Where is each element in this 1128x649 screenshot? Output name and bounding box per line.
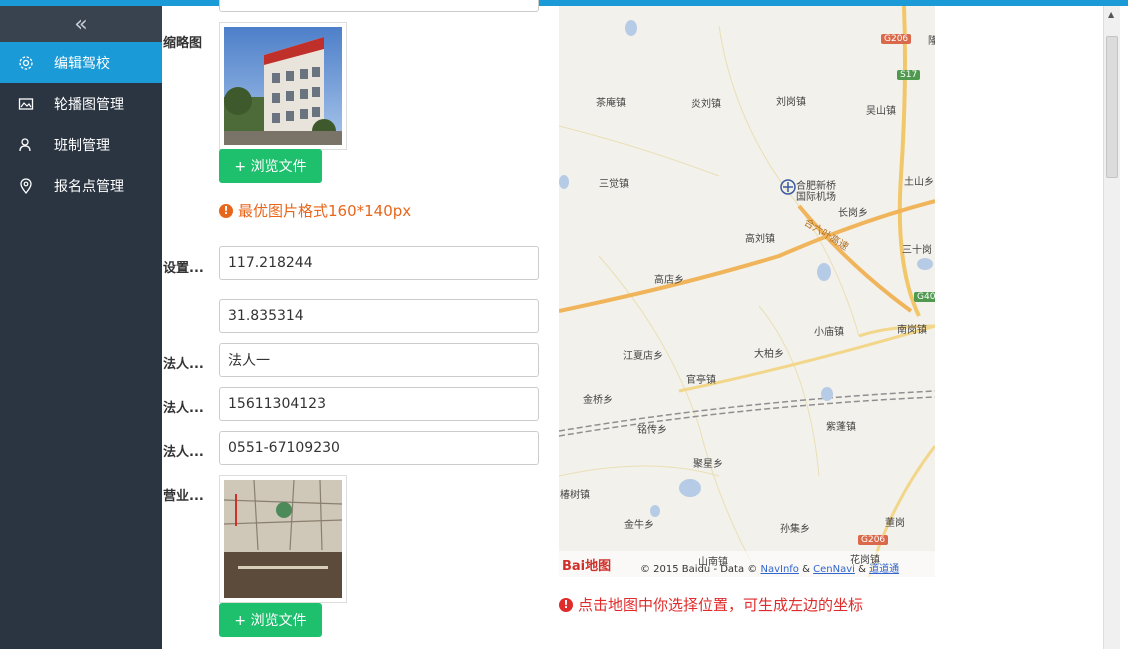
legal-person-name-input[interactable] (219, 343, 539, 377)
map-place-label: 官亭镇 (686, 375, 716, 386)
legal-person-tel-label: 法人... (163, 445, 204, 460)
map-place-label: 隆 (928, 36, 935, 47)
map-place-label: 金牛乡 (624, 520, 654, 531)
navinfo-link[interactable]: NavInfo (760, 564, 798, 575)
map-place-label: 金桥乡 (583, 395, 613, 406)
map-place-label: 南岗镇 (897, 325, 927, 336)
thumbnail-hint-text: 最优图片格式160*140px (238, 202, 412, 220)
location-icon (18, 177, 34, 194)
map-copyright: © 2015 Baidu - Data © NavInfo & CenNavi … (640, 560, 899, 575)
baidu-logo: Bai地图 (562, 559, 612, 574)
road-badge: G206 (881, 34, 912, 44)
map-place-label: 炎刘镇 (691, 99, 721, 110)
cennavi-link[interactable]: CenNavi (813, 564, 855, 575)
baidu-map[interactable]: 茶庵镇 炎刘镇 刘岗镇 吴山镇 三觉镇 合肥新桥 国际机场 长岗乡 土山乡 高刘… (559, 6, 935, 577)
amp-text: & (802, 564, 810, 575)
browse-thumbnail-button[interactable]: + 浏览文件 (219, 149, 322, 183)
map-place-label: 大柏乡 (754, 349, 784, 360)
map-place-label: 江夏店乡 (623, 351, 663, 362)
sidebar-item-carousel[interactable]: 轮播图管理 (0, 83, 162, 124)
previous-field[interactable] (219, 0, 539, 12)
gear-icon (18, 55, 34, 71)
sidebar-item-label: 报名点管理 (54, 178, 124, 195)
legal-person-name-label: 法人... (163, 357, 204, 372)
sidebar-item-label: 班制管理 (54, 137, 110, 154)
sidebar-item-edit-school[interactable]: 编辑驾校 (0, 42, 162, 83)
location-label: 设置... (163, 261, 204, 276)
map-place-label: 紫蓬镇 (826, 422, 856, 433)
map-place-label: 小庙镇 (814, 327, 844, 338)
daodaotong-link[interactable]: 道道通 (869, 564, 899, 575)
map-place-label: 国际机场 (796, 192, 836, 203)
copyright-text: © 2015 Baidu - Data © (640, 564, 758, 575)
road-badge: S17 (897, 70, 921, 80)
sidebar-item-label: 编辑驾校 (54, 55, 110, 72)
sidebar-collapse-button[interactable]: « (0, 6, 162, 42)
latitude-input[interactable] (219, 299, 539, 333)
license-map-image (224, 480, 342, 598)
legal-person-phone-input[interactable] (219, 387, 539, 421)
map-place-label: 吴山镇 (866, 106, 896, 117)
map-hint-text: 点击地图中你选择位置，可生成左边的坐标 (578, 596, 864, 614)
legal-person-tel-input[interactable] (219, 431, 539, 465)
image-icon (18, 96, 34, 112)
map-place-label: 刘岗镇 (776, 97, 806, 108)
map-place-label: 聚星乡 (693, 459, 723, 470)
school-edit-form: 缩略图 + 浏览文件 ! 最优图片格式160*140px 设置... 法人...… (162, 0, 552, 649)
map-place-label: 高店乡 (654, 275, 684, 286)
browse-license-button[interactable]: + 浏览文件 (219, 603, 322, 637)
exclamation-icon: ! (219, 203, 233, 218)
sidebar-item-class[interactable]: 班制管理 (0, 124, 162, 165)
map-place-label: 茶庵镇 (596, 98, 626, 109)
exclamation-icon: ! (559, 597, 573, 612)
sidebar: « 编辑驾校 轮播图管理 班制管理 报名点管理 (0, 6, 162, 649)
license-preview (219, 475, 347, 603)
school-building-image (224, 27, 342, 145)
road-badge: G206 (858, 535, 889, 545)
map-place-label: 高刘镇 (745, 234, 775, 245)
longitude-input[interactable] (219, 246, 539, 280)
map-place-label: 三十岗 (902, 245, 932, 256)
map-place-label: 董岗 (885, 518, 905, 529)
sidebar-item-label: 轮播图管理 (54, 96, 124, 113)
map-hint: ! 点击地图中你选择位置，可生成左边的坐标 (559, 594, 863, 615)
map-place-label: 椿树镇 (560, 490, 590, 501)
scroll-up-arrow-icon[interactable]: ▲ (1108, 10, 1114, 19)
map-place-label: 三觉镇 (599, 179, 629, 190)
map-place-label: 土山乡 (904, 177, 934, 188)
amp-text: & (858, 564, 866, 575)
sidebar-item-signup-points[interactable]: 报名点管理 (0, 165, 162, 206)
scroll-thumb[interactable] (1106, 36, 1118, 178)
thumbnail-size-hint: ! 最优图片格式160*140px (219, 200, 411, 221)
page-scrollbar[interactable]: ▲ (1103, 6, 1120, 649)
business-license-label: 营业... (163, 489, 204, 504)
road-badge: G40 (914, 292, 935, 302)
legal-person-phone-label: 法人... (163, 401, 204, 416)
thumbnail-preview (219, 22, 347, 150)
map-place-label: 孙集乡 (780, 524, 810, 535)
user-icon (18, 137, 34, 153)
map-place-label: 铭传乡 (637, 425, 667, 436)
double-chevron-left-icon: « (74, 11, 88, 37)
thumbnail-label: 缩略图 (163, 36, 203, 51)
map-place-label: 长岗乡 (838, 208, 868, 219)
